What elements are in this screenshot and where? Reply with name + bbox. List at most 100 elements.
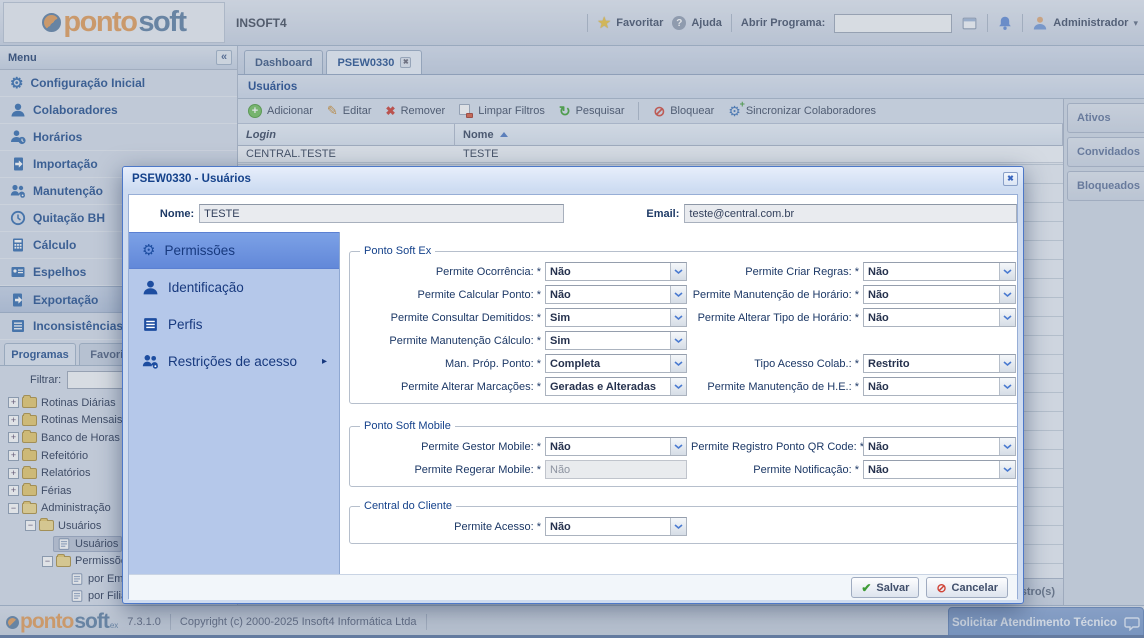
tab-perfis[interactable]: Perfis: [129, 306, 339, 343]
chevron-down-icon: [999, 263, 1015, 280]
users-dialog: PSEW0330 - Usuários ✖ Nome: Email: ⚙ Perm…: [122, 166, 1024, 604]
permite-manutencao-horario-select[interactable]: Não: [863, 285, 1016, 304]
tab-permissoes[interactable]: ⚙ Permissões: [129, 232, 339, 269]
selected-value: Sim: [546, 335, 670, 347]
dialog-side-tabs: ⚙ Permissões Identificação Perfis Restriç…: [129, 232, 340, 574]
name-field[interactable]: [199, 204, 564, 223]
permissions-form: Ponto Soft Ex Permite Ocorrência: * Não …: [340, 232, 1017, 574]
email-label: Email:: [634, 208, 679, 220]
tab-label: Permissões: [164, 243, 235, 258]
selected-value: Não: [546, 441, 670, 453]
person-icon: [142, 279, 159, 296]
fieldset-legend: Central do Cliente: [360, 500, 456, 512]
permite-calcular-ponto-select[interactable]: Não: [545, 285, 687, 304]
chevron-down-icon: [999, 355, 1015, 372]
permite-registro-qr-code-select[interactable]: Não: [863, 437, 1016, 456]
field-label: Permite Alterar Tipo de Horário: *: [691, 312, 859, 324]
field-label: Permite Regerar Mobile: *: [355, 464, 541, 476]
selected-value: Não: [546, 521, 670, 533]
fieldset-ponto-soft-ex: Ponto Soft Ex Permite Ocorrência: * Não …: [349, 245, 1017, 404]
selected-value: Sim: [546, 312, 670, 324]
check-icon: ✔: [861, 581, 871, 595]
button-label: Salvar: [876, 582, 909, 594]
field-label: Tipo Acesso Colab.: *: [691, 358, 859, 370]
fieldset-legend: Ponto Soft Mobile: [360, 420, 455, 432]
chevron-down-icon: [999, 438, 1015, 455]
chevron-down-icon: [670, 286, 686, 303]
selected-value: Não: [864, 441, 999, 453]
selected-value: Geradas e Alteradas: [546, 381, 670, 393]
field-label: Permite Consultar Demitidos: *: [355, 312, 541, 324]
chevron-down-icon: [670, 355, 686, 372]
selected-value: Não: [864, 289, 999, 301]
tab-label: Restrições de acesso: [168, 354, 297, 369]
chevron-down-icon: [999, 309, 1015, 326]
selected-value: Não: [864, 266, 999, 278]
chevron-down-icon: [670, 332, 686, 349]
email-field[interactable]: [684, 204, 1017, 223]
user-identity-row: Nome: Email:: [129, 195, 1017, 232]
field-label: Permite Criar Regras: *: [691, 266, 859, 278]
permite-acesso-select[interactable]: Não: [545, 517, 687, 536]
chevron-down-icon: [670, 518, 686, 535]
chevron-down-icon: [670, 438, 686, 455]
field-label: Permite Gestor Mobile: *: [355, 441, 541, 453]
tipo-acesso-colab-select[interactable]: Restrito: [863, 354, 1016, 373]
dialog-title: PSEW0330 - Usuários: [132, 173, 251, 185]
field-label: Permite Manutenção de H.E.: *: [691, 381, 859, 393]
permite-notificacao-select[interactable]: Não: [863, 460, 1016, 479]
field-label: Permite Calcular Ponto: *: [355, 289, 541, 301]
name-label: Nome:: [143, 208, 194, 220]
button-label: Cancelar: [952, 582, 998, 594]
selected-value: Não: [864, 381, 999, 393]
close-icon[interactable]: ✖: [1003, 172, 1018, 186]
chevron-down-icon: [999, 286, 1015, 303]
gears-icon: ⚙: [142, 243, 155, 258]
chevron-down-icon: [670, 309, 686, 326]
permite-criar-regras-select[interactable]: Não: [863, 262, 1016, 281]
chevron-down-icon: [999, 461, 1015, 478]
tab-identificacao[interactable]: Identificação: [129, 269, 339, 306]
cancel-icon: ⊘: [936, 581, 946, 595]
field-label: Permite Alterar Marcações: *: [355, 381, 541, 393]
permite-consultar-demitidos-select[interactable]: Sim: [545, 308, 687, 327]
selected-value: Não: [546, 289, 670, 301]
people-gear-icon: [142, 353, 159, 370]
permite-regerar-mobile-select: Não: [545, 460, 687, 479]
permite-alterar-tipo-horario-select[interactable]: Não: [863, 308, 1016, 327]
dialog-button-bar: ✔ Salvar ⊘ Cancelar: [129, 574, 1017, 600]
permite-manutencao-calculo-select[interactable]: Sim: [545, 331, 687, 350]
chevron-down-icon: [999, 378, 1015, 395]
save-button[interactable]: ✔ Salvar: [851, 577, 919, 598]
chevron-down-icon: [670, 378, 686, 395]
permite-alterar-marcacoes-select[interactable]: Geradas e Alteradas: [545, 377, 687, 396]
tab-label: Identificação: [168, 280, 244, 295]
tab-restricoes-de-acesso[interactable]: Restrições de acesso ▸: [129, 343, 339, 380]
man-prop-ponto-select[interactable]: Completa: [545, 354, 687, 373]
selected-value: Não: [864, 464, 999, 476]
field-label: Man. Próp. Ponto: *: [355, 358, 541, 370]
fieldset-legend: Ponto Soft Ex: [360, 245, 435, 257]
permite-manutencao-he-select[interactable]: Não: [863, 377, 1016, 396]
chevron-down-icon: [670, 263, 686, 280]
selected-value: Não: [864, 312, 999, 324]
submenu-arrow-icon: ▸: [322, 356, 327, 367]
permite-ocorrencia-select[interactable]: Não: [545, 262, 687, 281]
fieldset-central-do-cliente: Central do Cliente Permite Acesso: * Não: [349, 500, 1017, 544]
selected-value: Restrito: [864, 358, 999, 370]
field-label: Permite Manutenção de Horário: *: [691, 289, 859, 301]
selected-value: Completa: [546, 358, 670, 370]
list-icon: [142, 316, 159, 333]
dialog-title-bar[interactable]: PSEW0330 - Usuários ✖: [123, 167, 1023, 190]
tab-label: Perfis: [168, 317, 203, 332]
field-label: Permite Manutenção Cálculo: *: [355, 335, 541, 347]
field-label: Permite Acesso: *: [355, 521, 541, 533]
cancel-button[interactable]: ⊘ Cancelar: [926, 577, 1008, 598]
selected-value: Não: [546, 464, 686, 476]
field-label: Permite Ocorrência: *: [355, 266, 541, 278]
field-label: Permite Notificação: *: [691, 464, 859, 476]
field-label: Permite Registro Ponto QR Code: *: [691, 441, 859, 453]
permite-gestor-mobile-select[interactable]: Não: [545, 437, 687, 456]
app-window: pontosoft INSOFT4 ★ Favoritar ? Ajuda Ab…: [0, 0, 1144, 638]
fieldset-ponto-soft-mobile: Ponto Soft Mobile Permite Gestor Mobile:…: [349, 420, 1017, 487]
